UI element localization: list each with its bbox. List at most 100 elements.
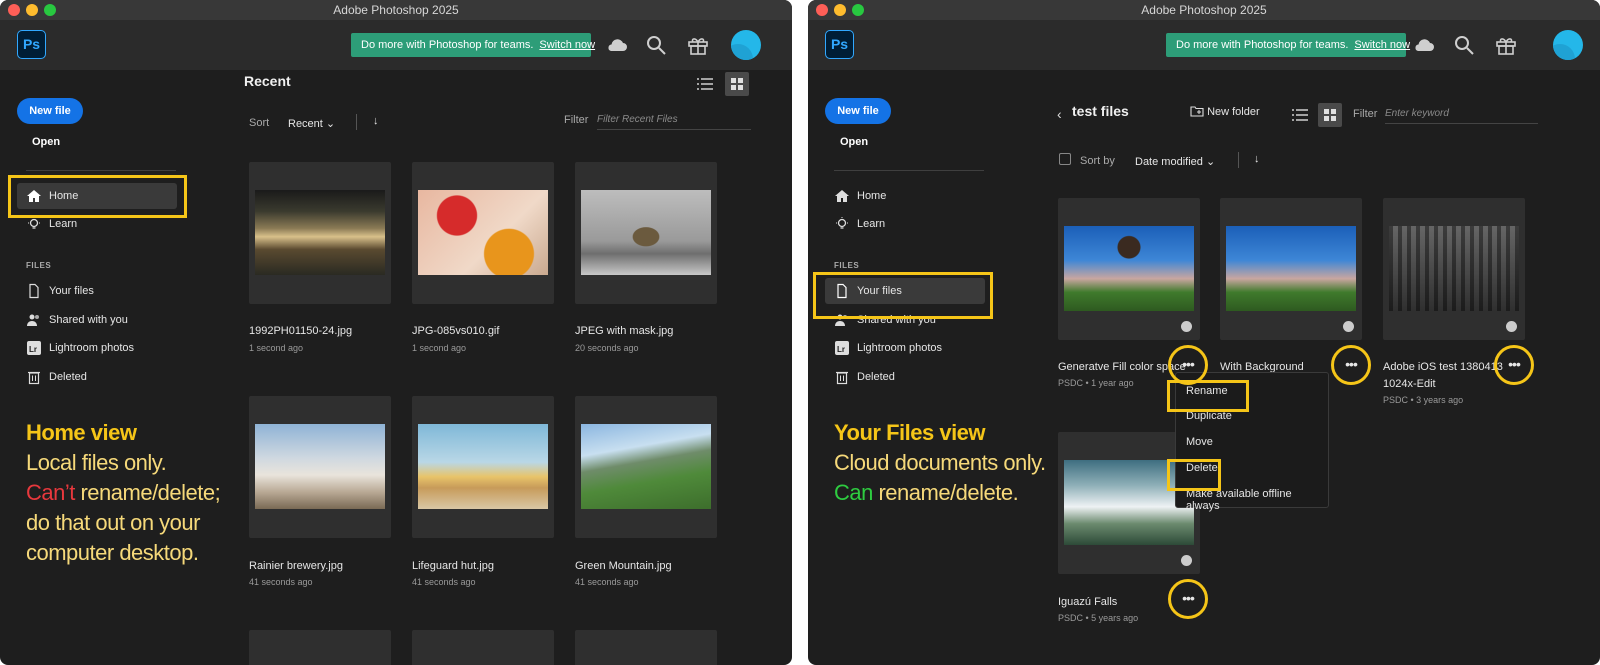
title-bar: Adobe Photoshop 2025 bbox=[808, 0, 1600, 20]
file-name[interactable]: Adobe iOS test 1380413 bbox=[1383, 361, 1503, 373]
list-view-icon[interactable] bbox=[693, 72, 717, 96]
filter-input[interactable] bbox=[597, 110, 751, 130]
app-header: Ps Do more with Photoshop for teams. Swit… bbox=[808, 20, 1600, 70]
new-file-button[interactable]: New file bbox=[17, 98, 83, 124]
file-meta: PSDC • 5 years ago bbox=[1058, 613, 1139, 623]
close-window-button[interactable] bbox=[816, 4, 828, 16]
cloud-file-thumbnail[interactable] bbox=[1383, 198, 1525, 340]
sidebar-item-deleted[interactable]: Deleted bbox=[825, 364, 985, 390]
annotation-line: Local files only. bbox=[26, 450, 167, 475]
open-button[interactable]: Open bbox=[32, 136, 60, 148]
file-meta: 41 seconds ago bbox=[412, 577, 476, 587]
file-thumbnail[interactable] bbox=[249, 162, 391, 304]
file-thumbnail[interactable] bbox=[412, 162, 554, 304]
photoshop-logo[interactable]: Ps bbox=[17, 30, 46, 59]
cloud-document-icon bbox=[1181, 555, 1192, 566]
file-name[interactable]: 1992PH01150-24.jpg bbox=[249, 325, 352, 337]
more-options-highlight-circle bbox=[1331, 345, 1371, 385]
lightbulb-icon bbox=[836, 217, 848, 229]
annotation-negative: Can’t bbox=[26, 480, 75, 505]
your-files-view-annotation: Your Files view Cloud documents only. Ca… bbox=[834, 418, 1046, 508]
file-thumbnail[interactable] bbox=[412, 630, 554, 665]
more-options-highlight-circle bbox=[1494, 345, 1534, 385]
search-icon[interactable] bbox=[644, 33, 668, 57]
file-name[interactable]: Rainier brewery.jpg bbox=[249, 560, 343, 572]
sidebar-item-shared[interactable]: Shared with you bbox=[17, 307, 177, 333]
cloud-file-thumbnail[interactable] bbox=[1058, 198, 1200, 340]
sort-direction-button[interactable]: ↓ bbox=[373, 115, 379, 127]
gift-icon[interactable] bbox=[1494, 33, 1518, 57]
file-name[interactable]: Green Mountain.jpg bbox=[575, 560, 672, 572]
zoom-window-button[interactable] bbox=[44, 4, 56, 16]
grid-view-button[interactable] bbox=[725, 72, 749, 96]
file-thumbnail[interactable] bbox=[249, 630, 391, 665]
annotation-line: Can rename/delete. bbox=[834, 478, 1046, 508]
open-button[interactable]: Open bbox=[840, 136, 868, 148]
sidebar-item-deleted[interactable]: Deleted bbox=[17, 364, 177, 390]
sidebar-item-label: Learn bbox=[857, 218, 886, 230]
sort-label: Sort bbox=[249, 117, 270, 129]
sort-dropdown[interactable]: Date modified ⌄ bbox=[1135, 155, 1215, 168]
sort-dropdown[interactable]: Recent ⌄ bbox=[288, 117, 335, 130]
folder-title: test files bbox=[1072, 103, 1129, 119]
thumbnail-image bbox=[1389, 226, 1519, 311]
new-file-button[interactable]: New file bbox=[825, 98, 891, 124]
switch-now-link[interactable]: Switch now bbox=[1354, 39, 1410, 51]
keyword-filter-input[interactable] bbox=[1385, 104, 1538, 124]
trash-icon bbox=[28, 371, 40, 385]
file-thumbnail[interactable] bbox=[575, 162, 717, 304]
file-name[interactable]: JPG-085vs010.gif bbox=[412, 325, 499, 337]
home-view-window: Adobe Photoshop 2025 Ps Do more with Pho… bbox=[0, 0, 792, 665]
gift-icon[interactable] bbox=[686, 33, 710, 57]
file-thumbnail[interactable] bbox=[575, 630, 717, 665]
file-name[interactable]: JPEG with mask.jpg bbox=[575, 325, 673, 337]
avatar[interactable] bbox=[1553, 30, 1583, 60]
sort-direction-button[interactable]: ↓ bbox=[1254, 153, 1260, 165]
annotation-heading: Home view bbox=[26, 420, 137, 445]
avatar[interactable] bbox=[731, 30, 761, 60]
menu-item-offline[interactable]: Make available offline always bbox=[1186, 488, 1328, 512]
cloud-document-icon bbox=[1181, 321, 1192, 332]
sidebar-item-your-files[interactable]: Your files bbox=[17, 278, 177, 304]
back-chevron-icon[interactable]: ‹ bbox=[1057, 106, 1062, 122]
sidebar-item-home[interactable]: Home bbox=[825, 183, 985, 209]
list-view-icon[interactable] bbox=[1288, 103, 1312, 127]
file-name[interactable]: Iguazú Falls bbox=[1058, 596, 1117, 608]
toolbar-separator bbox=[356, 114, 357, 130]
search-icon[interactable] bbox=[1452, 33, 1476, 57]
annotation-text: rename/delete. bbox=[872, 480, 1019, 505]
new-folder-button[interactable]: New folder bbox=[1190, 105, 1260, 123]
file-thumbnail[interactable] bbox=[575, 396, 717, 538]
select-all-checkbox[interactable] bbox=[1059, 153, 1071, 165]
sidebar-item-learn[interactable]: Learn bbox=[825, 211, 985, 237]
grid-view-button[interactable] bbox=[1318, 103, 1342, 127]
file-thumbnail[interactable] bbox=[249, 396, 391, 538]
photoshop-logo[interactable]: Ps bbox=[825, 30, 854, 59]
annotation-positive: Can bbox=[834, 480, 873, 505]
switch-now-link[interactable]: Switch now bbox=[539, 39, 595, 51]
delete-highlight-box bbox=[1167, 459, 1221, 491]
chevron-down-icon: ⌄ bbox=[325, 118, 336, 130]
file-name[interactable]: Lifeguard hut.jpg bbox=[412, 560, 494, 572]
sidebar-item-lightroom[interactable]: Lr Lightroom photos bbox=[17, 335, 177, 361]
thumbnail-image bbox=[581, 190, 711, 275]
close-window-button[interactable] bbox=[8, 4, 20, 16]
cloud-icon[interactable] bbox=[605, 33, 629, 57]
file-name[interactable]: Generatve Fill color space bbox=[1058, 361, 1186, 373]
thumbnail-image bbox=[418, 424, 548, 509]
promo-text: Do more with Photoshop for teams. bbox=[361, 39, 534, 51]
zoom-window-button[interactable] bbox=[852, 4, 864, 16]
menu-item-move[interactable]: Move bbox=[1186, 436, 1213, 448]
annotation-text: rename/delete; bbox=[74, 480, 221, 505]
thumbnail-image bbox=[581, 424, 711, 509]
cloud-icon[interactable] bbox=[1412, 33, 1436, 57]
file-thumbnail[interactable] bbox=[412, 396, 554, 538]
grid-view-icon bbox=[731, 78, 743, 90]
lightroom-icon: Lr bbox=[835, 341, 849, 355]
svg-text:Lr: Lr bbox=[837, 345, 845, 354]
minimize-window-button[interactable] bbox=[26, 4, 38, 16]
sidebar-item-lightroom[interactable]: Lr Lightroom photos bbox=[825, 335, 985, 361]
app-header: Ps Do more with Photoshop for teams. Swit… bbox=[0, 20, 792, 70]
minimize-window-button[interactable] bbox=[834, 4, 846, 16]
cloud-file-thumbnail[interactable] bbox=[1220, 198, 1362, 340]
